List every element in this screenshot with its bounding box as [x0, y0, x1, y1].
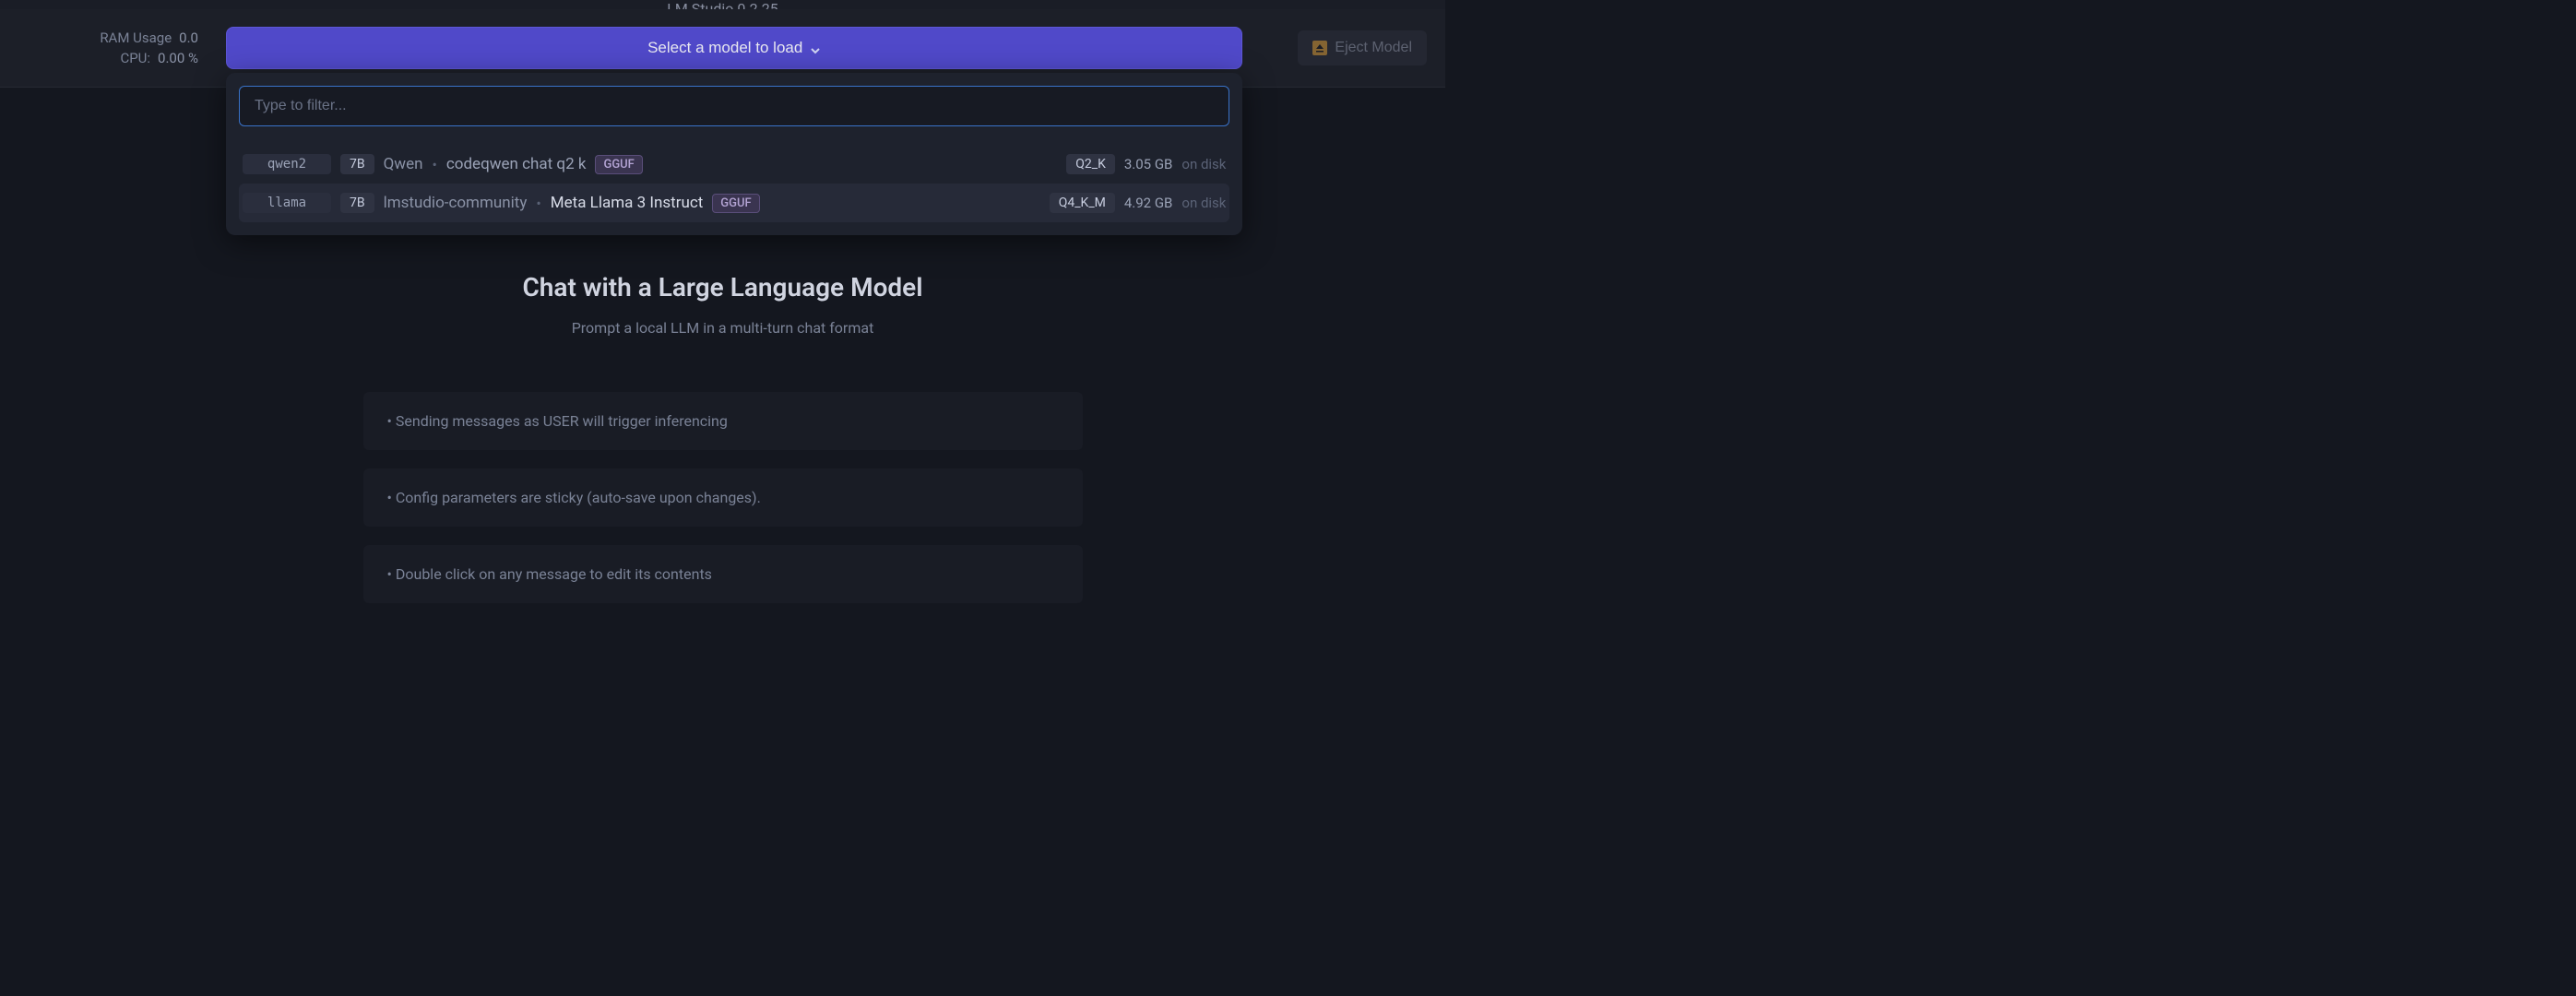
ram-label: RAM Usage — [100, 30, 172, 46]
tip-text: • Sending messages as USER will trigger … — [387, 412, 728, 430]
model-list: qwen2 7B Qwen • codeqwen chat q2 k GGUF … — [239, 145, 1229, 222]
cpu-value: 0.00 % — [158, 50, 198, 66]
model-select-label: Select a model to load — [647, 39, 802, 57]
model-name: codeqwen chat q2 k — [446, 155, 587, 173]
params-badge: 7B — [340, 193, 374, 213]
model-dropdown: qwen2 7B Qwen • codeqwen chat q2 k GGUF … — [226, 73, 1242, 235]
disk-size: 3.05 GB — [1124, 156, 1173, 172]
eject-model-button[interactable]: Eject Model — [1298, 30, 1427, 65]
ram-value: 0.0 — [179, 30, 198, 46]
eject-icon — [1312, 41, 1327, 55]
format-badge: GGUF — [712, 194, 759, 213]
tip-card: • Sending messages as USER will trigger … — [363, 392, 1083, 450]
model-name: Meta Llama 3 Instruct — [551, 194, 704, 212]
disk-size: 4.92 GB — [1124, 195, 1173, 211]
page-title: Chat with a Large Language Model — [522, 272, 922, 302]
tip-text: • Config parameters are sticky (auto-sav… — [387, 489, 761, 506]
arch-badge: qwen2 — [243, 154, 331, 174]
model-filter-input[interactable] — [239, 86, 1229, 126]
title-bar: LM Studio 0.2.25 — [0, 0, 1445, 9]
separator-dot: • — [432, 156, 436, 173]
model-row[interactable]: llama 7B lmstudio-community • Meta Llama… — [239, 184, 1229, 222]
separator-dot: • — [536, 195, 540, 212]
model-row[interactable]: qwen2 7B Qwen • codeqwen chat q2 k GGUF … — [239, 145, 1229, 184]
format-badge: GGUF — [595, 155, 642, 174]
tip-card: • Config parameters are sticky (auto-sav… — [363, 468, 1083, 527]
cpu-label: CPU: — [120, 50, 150, 66]
quant-badge: Q4_K_M — [1050, 193, 1115, 213]
arch-badge: llama — [243, 193, 331, 213]
params-badge: 7B — [340, 154, 374, 174]
eject-label: Eject Model — [1335, 40, 1412, 56]
model-selector-container: Select a model to load qwen2 7B Qwen • c… — [226, 27, 1242, 69]
model-select-button[interactable]: Select a model to load — [226, 27, 1242, 69]
top-toolbar: RAM Usage 0.0 CPU: 0.00 % Select a model… — [0, 9, 1445, 88]
window-title: LM Studio 0.2.25 — [667, 0, 778, 9]
resource-stats: RAM Usage 0.0 CPU: 0.00 % — [78, 30, 198, 66]
model-author: Qwen — [384, 155, 423, 173]
page-subtitle: Prompt a local LLM in a multi-turn chat … — [572, 319, 874, 337]
tip-text: • Double click on any message to edit it… — [387, 565, 712, 583]
on-disk-label: on disk — [1181, 156, 1226, 172]
tip-card: • Double click on any message to edit it… — [363, 545, 1083, 603]
on-disk-label: on disk — [1181, 195, 1226, 211]
quant-badge: Q2_K — [1066, 154, 1115, 174]
chevron-down-icon — [810, 42, 821, 53]
model-author: lmstudio-community — [384, 194, 528, 212]
